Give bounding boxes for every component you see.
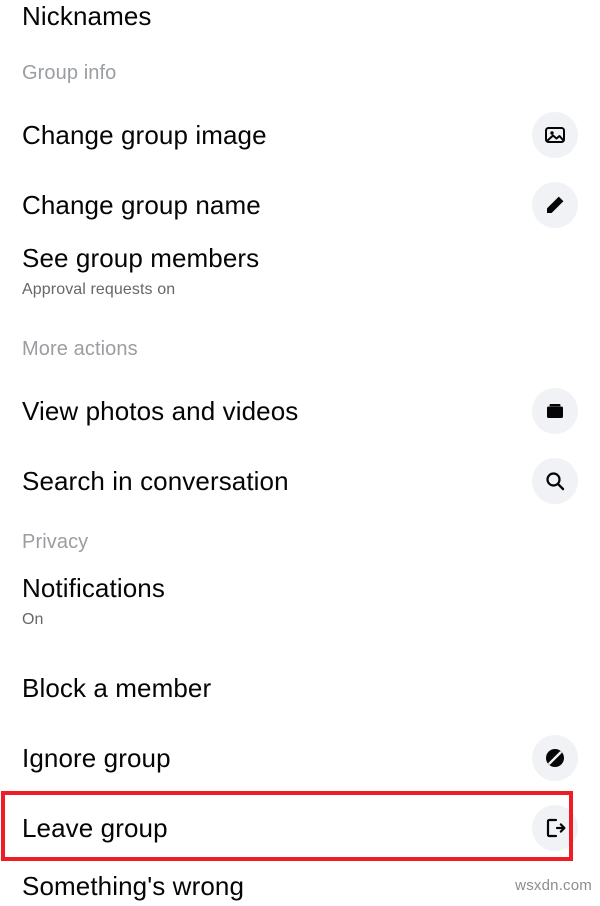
menu-item-texts: Notifications On <box>22 574 578 628</box>
menu-item-label: Search in conversation <box>22 465 289 496</box>
menu-item-texts: Block a member <box>22 674 578 703</box>
menu-item-texts: Nicknames <box>22 2 578 31</box>
menu-item-block-a-member[interactable]: Block a member <box>0 664 600 712</box>
menu-item-change-group-name[interactable]: Change group name <box>0 176 600 234</box>
menu-item-change-group-image[interactable]: Change group image <box>0 106 600 164</box>
image-icon[interactable] <box>532 112 578 158</box>
menu-item-view-photos-and-videos[interactable]: View photos and videos <box>0 382 600 440</box>
pencil-icon[interactable] <box>532 182 578 228</box>
ignore-icon[interactable] <box>532 735 578 781</box>
section-header-group-info: Group info <box>0 58 600 88</box>
group-details-screen: Nicknames Group info Change group image … <box>0 0 600 900</box>
menu-item-label: Nicknames <box>22 0 152 31</box>
menu-item-texts: Ignore group <box>22 744 518 773</box>
section-header-label: Privacy <box>22 530 89 553</box>
section-header-label: Group info <box>22 61 117 84</box>
section-header-more-actions: More actions <box>0 334 600 364</box>
menu-item-label: Change group name <box>22 189 261 220</box>
menu-item-texts: Search in conversation <box>22 467 518 496</box>
menu-item-label: Leave group <box>22 812 168 843</box>
menu-item-texts: Change group name <box>22 191 518 220</box>
menu-item-label: View photos and videos <box>22 395 299 426</box>
menu-item-notifications[interactable]: Notifications On <box>0 574 600 644</box>
menu-item-ignore-group[interactable]: Ignore group <box>0 729 600 787</box>
menu-item-texts: View photos and videos <box>22 397 518 426</box>
menu-item-sublabel: On <box>22 610 44 628</box>
menu-item-somethings-wrong[interactable]: Something's wrong <box>0 866 600 906</box>
menu-item-texts: See group members Approval requests on <box>22 244 578 298</box>
menu-item-texts: Something's wrong <box>22 872 578 901</box>
menu-item-label: Ignore group <box>22 742 171 773</box>
menu-item-label: See group members <box>22 243 260 273</box>
watermark: wsxdn.com <box>515 877 592 894</box>
leave-icon[interactable] <box>532 805 578 851</box>
media-icon[interactable] <box>532 388 578 434</box>
menu-item-label: Notifications <box>22 573 165 603</box>
search-icon[interactable] <box>532 458 578 504</box>
menu-item-search-in-conversation[interactable]: Search in conversation <box>0 452 600 510</box>
menu-item-texts: Leave group <box>22 814 518 843</box>
section-header-label: More actions <box>22 337 138 360</box>
menu-item-texts: Change group image <box>22 121 518 150</box>
menu-item-label: Block a member <box>22 672 212 703</box>
menu-item-leave-group[interactable]: Leave group <box>0 799 600 857</box>
menu-item-label: Change group image <box>22 119 267 150</box>
menu-item-see-group-members[interactable]: See group members Approval requests on <box>0 244 600 312</box>
menu-item-nicknames[interactable]: Nicknames <box>0 0 600 38</box>
menu-item-sublabel: Approval requests on <box>22 280 176 298</box>
menu-item-label: Something's wrong <box>22 870 245 901</box>
section-header-privacy: Privacy <box>0 527 600 557</box>
